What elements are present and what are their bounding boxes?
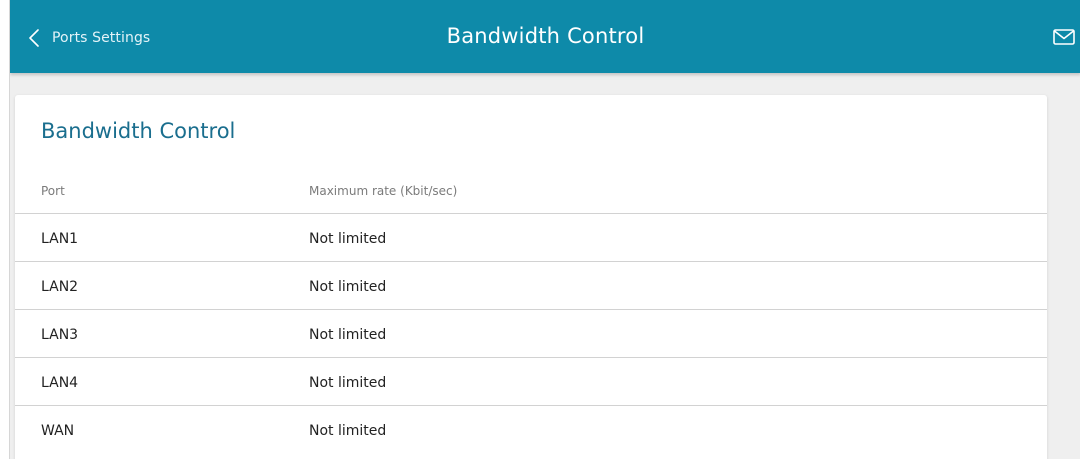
column-header-max-rate: Maximum rate (Kbit/sec) (309, 184, 458, 198)
port-name: WAN (41, 423, 75, 439)
rate-value: Not limited (309, 375, 387, 391)
header-bar: Ports Settings Bandwidth Control (10, 0, 1080, 73)
page-title: Bandwidth Control (446, 24, 645, 48)
port-name: LAN3 (41, 327, 79, 343)
table-row-lan4[interactable]: LAN4 Not limited (15, 357, 1047, 405)
card-title: Bandwidth Control (41, 119, 236, 143)
rate-value: Not limited (309, 327, 387, 343)
table-row-lan2[interactable]: LAN2 Not limited (15, 261, 1047, 309)
rate-value: Not limited (309, 423, 387, 439)
bandwidth-card: Bandwidth Control Port Maximum rate (Kbi… (15, 95, 1047, 459)
column-header-port: Port (41, 184, 65, 198)
table-row-lan1[interactable]: LAN1 Not limited (15, 213, 1047, 261)
mail-icon[interactable] (1053, 29, 1075, 49)
table-row-lan3[interactable]: LAN3 Not limited (15, 309, 1047, 357)
app-frame: Ports Settings Bandwidth Control Bandwid… (9, 0, 1080, 459)
table-row-wan[interactable]: WAN Not limited (15, 405, 1047, 453)
rate-value: Not limited (309, 279, 387, 295)
port-name: LAN1 (41, 231, 79, 247)
port-name: LAN4 (41, 375, 79, 391)
port-name: LAN2 (41, 279, 79, 295)
rate-value: Not limited (309, 231, 387, 247)
